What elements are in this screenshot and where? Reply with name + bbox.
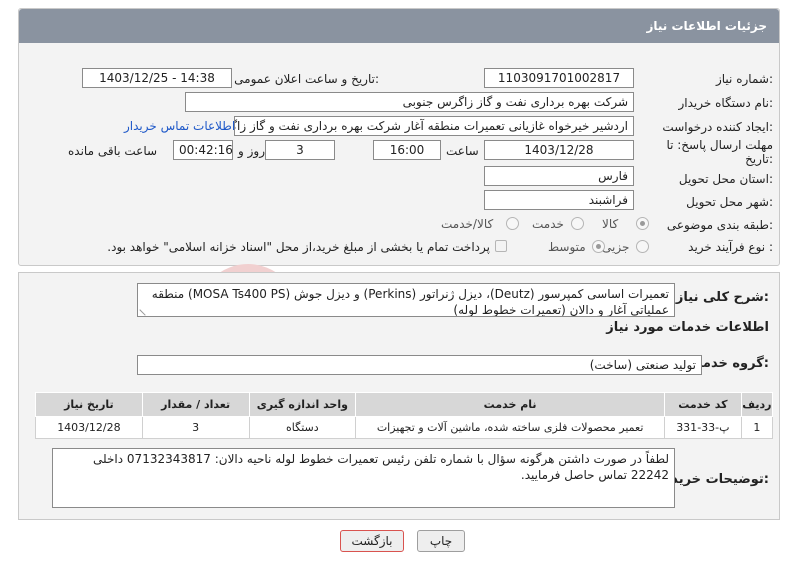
category-service-radio[interactable] <box>571 217 584 230</box>
need-details-panel: جزئیات اطلاعات نیاز <box>18 8 780 266</box>
description-label: شرح کلی نیاز: <box>675 290 769 305</box>
process-minor-option: جزیی <box>602 240 630 254</box>
page-title: جزئیات اطلاعات نیاز <box>646 19 767 33</box>
cell-row: 1 <box>740 416 774 439</box>
city-field: فراشبند <box>484 190 634 210</box>
creator-field: اردشیر خیرخواه غازیانی تعمیرات منطقه آغا… <box>234 116 634 136</box>
services-table: ردیف کد خدمت نام خدمت واحد اندازه گیری ت… <box>35 392 774 439</box>
resize-grip-icon <box>139 304 151 316</box>
cell-need-date: 1403/12/28 <box>35 416 143 439</box>
deadline-time-label: ساعت <box>446 144 479 158</box>
category-goods-service-option: کالا/خدمت <box>441 217 494 231</box>
process-label: نوع فرآیند خرید : <box>688 240 773 254</box>
cell-quantity: 3 <box>141 416 250 439</box>
need-number-field: 1103091701002817 <box>484 68 634 88</box>
announce-field: 1403/12/25 - 14:38 <box>82 68 232 88</box>
days-label: روز و <box>238 144 265 158</box>
cell-unit: دستگاه <box>248 416 357 439</box>
remaining-time-field: 00:42:16 <box>173 140 233 160</box>
col-need-date: تاریخ نیاز <box>35 392 143 417</box>
description-textarea: تعمیرات اساسی کمپرسور (Deutz)، دیزل ژنرا… <box>137 283 675 317</box>
col-service-name: نام خدمت <box>355 392 666 417</box>
category-label: طبقه بندی موضوعی: <box>666 218 773 232</box>
cell-service-code: پ-33-331 <box>664 416 742 439</box>
process-medium-option: متوسط <box>548 240 586 254</box>
payment-note: پرداخت تمام یا بخشی از مبلغ خرید،از محل … <box>107 240 490 254</box>
buyer-notes-label: توضیحات خریدار: <box>659 472 769 487</box>
service-group-field: تولید صنعتی (ساخت) <box>137 355 702 375</box>
buyer-org-label: نام دستگاه خریدار: <box>678 96 774 110</box>
table-row: 1 پ-33-331 تعمیر محصولات فلزی ساخته شده،… <box>35 416 774 439</box>
description-text: تعمیرات اساسی کمپرسور (Deutz)، دیزل ژنرا… <box>151 287 669 317</box>
treasury-checkbox[interactable] <box>495 240 507 252</box>
cell-service-name: تعمیر محصولات فلزی ساخته شده، ماشین آلات… <box>355 416 666 439</box>
category-service-option: خدمت <box>532 217 564 231</box>
panel-header: جزئیات اطلاعات نیاز <box>19 9 779 43</box>
col-row: ردیف <box>740 392 774 417</box>
buyer-notes-text: لطفاً در صورت داشتن هرگونه سؤال با شماره… <box>93 452 669 482</box>
process-minor-radio[interactable] <box>636 240 649 253</box>
buyer-notes-textarea: لطفاً در صورت داشتن هرگونه سؤال با شماره… <box>52 448 675 508</box>
col-quantity: تعداد / مقدار <box>141 392 250 417</box>
services-table-header: ردیف کد خدمت نام خدمت واحد اندازه گیری ت… <box>35 392 774 417</box>
buyer-org-field: شرکت بهره برداری نفت و گاز زاگرس جنوبی <box>185 92 634 112</box>
remaining-label: ساعت باقی مانده <box>68 144 158 158</box>
back-button[interactable]: بازگشت <box>340 530 404 552</box>
need-number-label: شماره نیاز: <box>715 72 773 86</box>
province-label: استان محل تحویل: <box>678 172 773 186</box>
province-field: فارس <box>484 166 634 186</box>
services-section-title: اطلاعات خدمات مورد نیاز <box>606 320 769 335</box>
creator-label: ایجاد کننده درخواست: <box>662 120 773 134</box>
col-service-code: کد خدمت <box>664 392 742 417</box>
deadline-date-field: 1403/12/28 <box>484 140 634 160</box>
category-goods-radio[interactable] <box>636 217 649 230</box>
deadline-label: مهلت ارسال پاسخ: تا <box>666 138 773 152</box>
process-medium-radio[interactable] <box>592 240 605 253</box>
days-field: 3 <box>265 140 335 160</box>
deadline-label-date: تاریخ: <box>745 152 773 166</box>
category-goods-service-radio[interactable] <box>506 217 519 230</box>
print-button[interactable]: چاپ <box>417 530 465 552</box>
city-label: شهر محل تحویل: <box>686 195 773 209</box>
category-goods-option: کالا <box>602 217 619 231</box>
col-unit: واحد اندازه گیری <box>248 392 357 417</box>
announce-label: تاریخ و ساعت اعلان عمومی: <box>234 72 379 86</box>
deadline-time-field: 16:00 <box>373 140 441 160</box>
buyer-contact-link[interactable]: اطلاعات تماس خریدار <box>124 119 235 133</box>
